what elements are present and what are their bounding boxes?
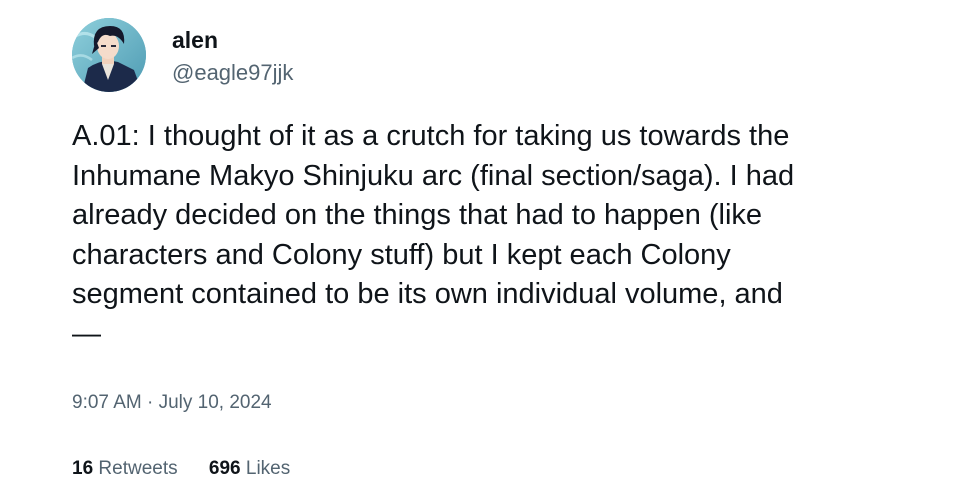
author-handle[interactable]: @eagle97jjk xyxy=(172,58,293,88)
likes-count: 696 xyxy=(208,458,241,479)
tweet-text: A.01: I thought of it as a crutch for ta… xyxy=(72,120,795,350)
retweets-count: 16 xyxy=(72,458,94,479)
tweet-card: alen @eagle97jjk A.01: I thought of it a… xyxy=(0,0,960,502)
author-avatar[interactable] xyxy=(72,18,146,92)
author-display-name[interactable]: alen xyxy=(172,25,218,55)
anime-character-avatar-icon xyxy=(72,18,146,92)
retweets-stat[interactable]: 16 Retweets xyxy=(72,456,178,482)
likes-label: Likes xyxy=(245,458,291,479)
tweet-stats: 16 Retweets 696 Likes xyxy=(72,456,290,482)
retweets-label: Retweets xyxy=(98,458,178,479)
tweet-timestamp[interactable]: 9:07 AM · July 10, 2024 xyxy=(72,390,272,416)
likes-stat[interactable]: 696 Likes xyxy=(209,456,290,482)
